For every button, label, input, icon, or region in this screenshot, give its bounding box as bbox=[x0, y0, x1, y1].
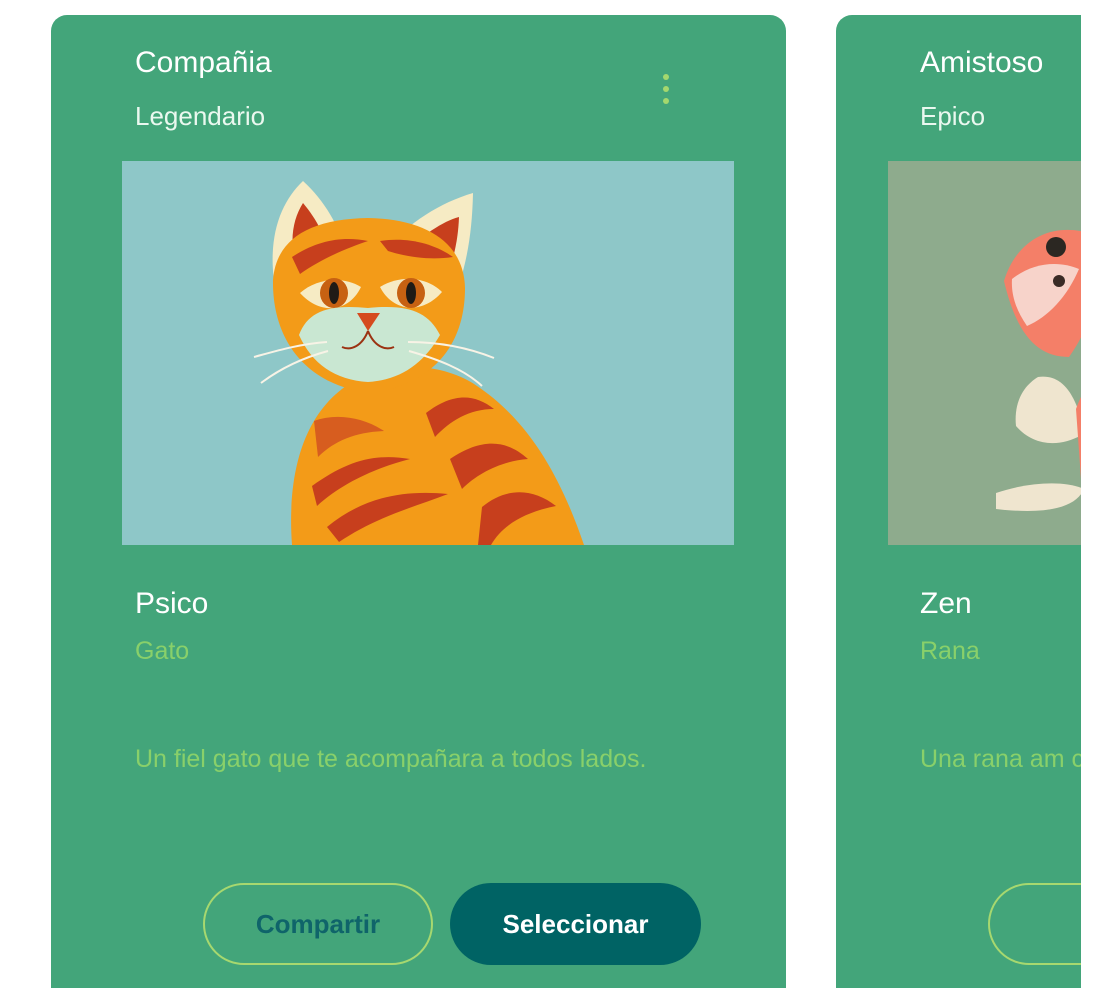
card-title: Compañia bbox=[135, 46, 272, 79]
pet-description: Un fiel gato que te acompañara a todos l… bbox=[135, 745, 647, 773]
frog-illustration bbox=[888, 161, 1081, 545]
pet-image-frog bbox=[888, 161, 1081, 545]
pet-name: Zen bbox=[920, 587, 972, 620]
share-button[interactable]: Compartir bbox=[203, 883, 433, 965]
pet-card-zen: Amistoso Epico Zen Rana Una rana am cons… bbox=[836, 15, 1081, 988]
pet-cards-viewport: Compañia Legendario Psico Gato Un fiel g… bbox=[0, 0, 1081, 988]
orange-tabby-cat-illustration bbox=[122, 161, 734, 545]
card-subtitle: Legendario bbox=[135, 101, 266, 131]
share-button[interactable]: Co bbox=[988, 883, 1081, 965]
more-vertical-icon[interactable] bbox=[651, 67, 681, 115]
card-title: Amistoso bbox=[920, 46, 1044, 79]
card-subtitle: Epico bbox=[920, 101, 986, 131]
pet-image-cat bbox=[122, 161, 734, 545]
pet-description: Una rana am consejos de bbox=[920, 745, 1081, 773]
pet-name: Psico bbox=[135, 587, 209, 620]
pet-species: Rana bbox=[920, 637, 980, 665]
pet-species: Gato bbox=[135, 637, 190, 665]
select-button[interactable]: Seleccionar bbox=[450, 883, 701, 965]
pet-card-psico: Compañia Legendario Psico Gato Un fiel g… bbox=[51, 15, 786, 988]
